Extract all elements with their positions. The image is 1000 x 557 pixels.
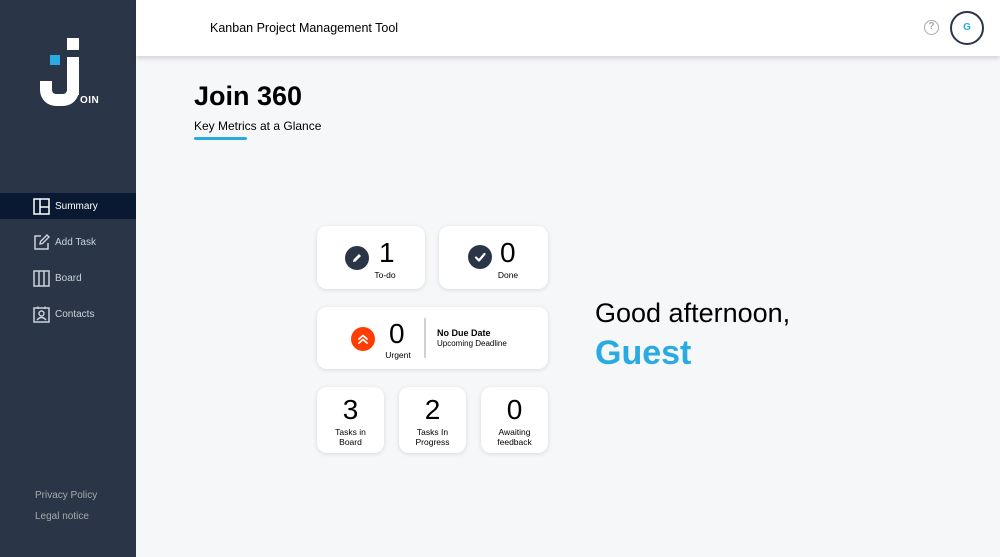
sidebar-item-label: Summary [55, 200, 98, 212]
page-title: Join 360 [194, 81, 303, 111]
sidebar-footer: Privacy Policy Legal notice [35, 490, 97, 532]
add-task-icon [33, 233, 50, 251]
contacts-icon [33, 306, 50, 323]
urgent-count: 0 [389, 318, 405, 349]
board-icon [33, 269, 50, 287]
logo-text: OIN [80, 95, 100, 106]
progress-count: 2 [424, 394, 441, 425]
user-avatar[interactable]: G [950, 11, 984, 45]
sidebar-item-summary[interactable]: Summary [0, 193, 136, 219]
sidebar-item-contacts[interactable]: Contacts [0, 301, 136, 327]
deadline-label: Upcoming Deadline [437, 339, 507, 348]
greeting-name: Guest [595, 334, 692, 372]
todo-label: To-do [374, 270, 396, 280]
tasks-in-progress-card[interactable]: 2 Tasks In Progress [399, 387, 466, 453]
pencil-icon [345, 246, 369, 270]
sidebar-item-label: Contacts [55, 308, 95, 320]
todo-card[interactable]: 1 To-do [317, 226, 425, 289]
header-title: Kanban Project Management Tool [210, 21, 399, 35]
sidebar-nav: Summary Add Task Board Contacts [0, 193, 136, 337]
urgent-label: Urgent [385, 350, 411, 360]
sidebar: OIN Summary Add Task Board Contacts Priv… [0, 0, 136, 557]
board-label-line1: Tasks in [335, 427, 366, 437]
feedback-label-line2: feedback [497, 437, 532, 447]
greeting-text: Good afternoon, [595, 298, 791, 328]
sidebar-item-label: Board [55, 272, 82, 284]
title-underline [194, 137, 247, 140]
urgent-chevrons-icon [351, 327, 375, 351]
legal-notice-link[interactable]: Legal notice [35, 511, 97, 522]
logo-j-hook [40, 81, 79, 106]
summary-icon [33, 197, 50, 215]
help-icon[interactable]: ? [924, 20, 939, 35]
deadline-title: No Due Date [437, 328, 491, 338]
page-subtitle: Key Metrics at a Glance [194, 119, 322, 133]
board-count: 3 [342, 394, 359, 425]
progress-label-line1: Tasks In [416, 427, 449, 437]
check-icon [468, 245, 492, 269]
done-label: Done [497, 270, 519, 280]
top-header: Kanban Project Management Tool ? G [136, 0, 1000, 56]
tasks-in-board-card[interactable]: 3 Tasks in Board [317, 387, 384, 453]
join-logo[interactable]: OIN [38, 36, 102, 112]
logo-square-blue [50, 55, 60, 65]
urgent-card[interactable]: 0 Urgent No Due Date Upcoming Deadline [317, 307, 548, 369]
progress-label-line2: Progress [415, 437, 450, 447]
sidebar-item-add-task[interactable]: Add Task [0, 229, 136, 255]
feedback-count: 0 [506, 394, 523, 425]
sidebar-item-label: Add Task [55, 236, 96, 248]
logo-square-top [67, 38, 79, 50]
privacy-policy-link[interactable]: Privacy Policy [35, 490, 97, 501]
awaiting-feedback-card[interactable]: 0 Awaiting feedback [481, 387, 548, 453]
done-count: 0 [500, 237, 516, 268]
feedback-label-line1: Awaiting [498, 427, 531, 437]
urgent-divider [424, 318, 426, 358]
board-label-line2: Board [339, 437, 362, 447]
todo-count: 1 [379, 237, 395, 268]
sidebar-item-board[interactable]: Board [0, 265, 136, 291]
done-card[interactable]: 0 Done [439, 226, 548, 289]
